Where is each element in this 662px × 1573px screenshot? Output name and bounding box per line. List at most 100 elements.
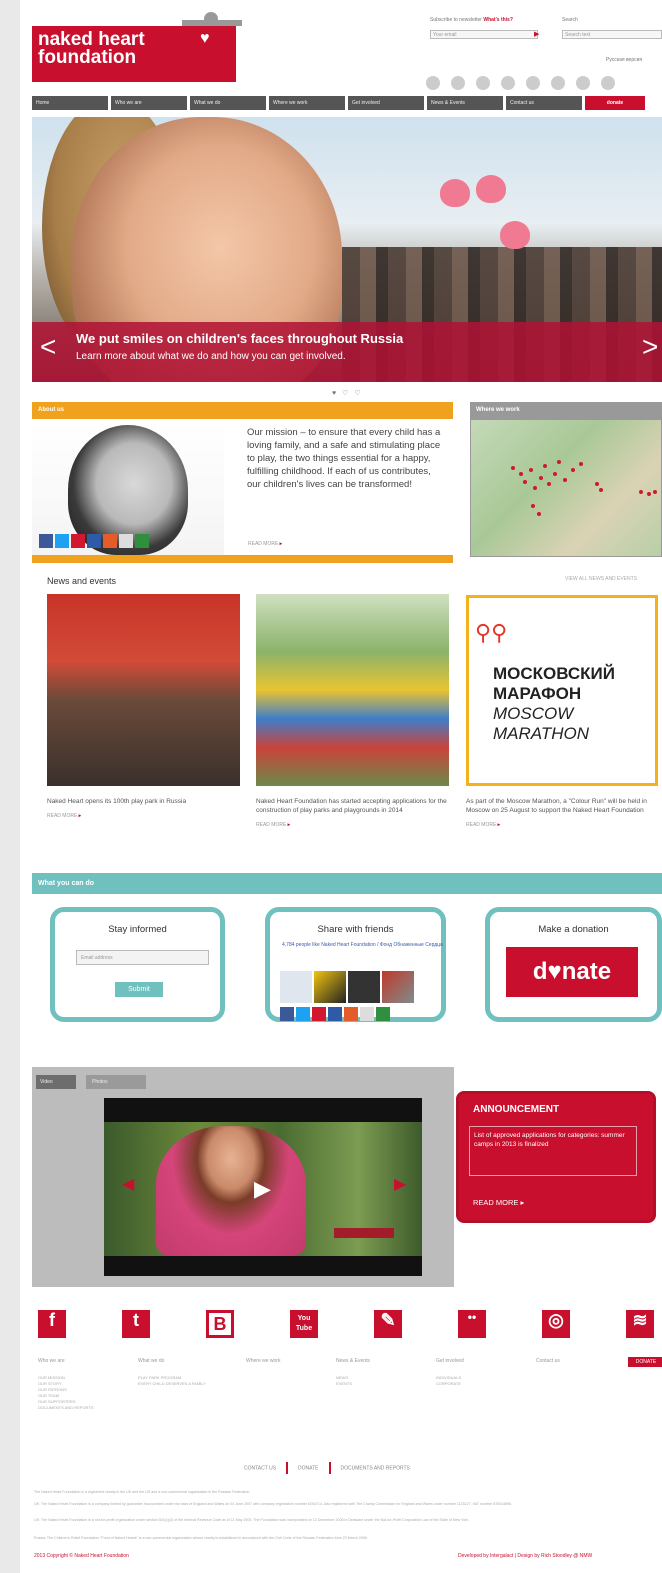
map-pin bbox=[533, 486, 537, 490]
stumbleupon-icon[interactable] bbox=[344, 1007, 358, 1021]
news-item-2: Naked Heart Foundation has started accep… bbox=[256, 797, 451, 830]
announcement-text[interactable]: List of approved applications for catego… bbox=[469, 1126, 637, 1176]
nav-item-home[interactable]: Home bbox=[32, 96, 108, 110]
twitter-icon[interactable]: t bbox=[122, 1310, 150, 1338]
flickr-icon[interactable]: •• bbox=[458, 1310, 486, 1338]
newsletter-email-input[interactable]: Your email bbox=[430, 30, 538, 39]
hero-pagination-dots[interactable]: ♥ ♡ ♡ bbox=[332, 389, 363, 397]
blogger-icon[interactable] bbox=[328, 1007, 342, 1021]
twitter-icon[interactable] bbox=[296, 1007, 310, 1021]
pinterest-icon[interactable] bbox=[71, 534, 85, 548]
heart-balloon-icon bbox=[476, 175, 506, 203]
fan-avatar[interactable] bbox=[382, 971, 414, 1003]
view-all-news-link[interactable]: VIEW ALL NEWS AND EVENTS bbox=[565, 576, 637, 582]
nav-item-what-we-do[interactable]: What we do bbox=[190, 96, 266, 110]
news-image-play-park[interactable] bbox=[47, 594, 240, 786]
stay-informed-box: Stay informed Email address Submit bbox=[50, 907, 225, 1022]
social-icon-8[interactable] bbox=[601, 76, 615, 90]
share-icon[interactable] bbox=[376, 1007, 390, 1021]
youtube-icon[interactable]: You Tube bbox=[290, 1310, 318, 1338]
share-icon[interactable] bbox=[135, 534, 149, 548]
footer-donate-link[interactable]: DONATE bbox=[298, 1465, 318, 1471]
tab-video[interactable]: Video bbox=[36, 1075, 76, 1089]
news-image-moscow-marathon[interactable]: ⚲⚲ МОСКОВСКИЙ МАРАФОН MOSCOW MARATHON bbox=[466, 595, 658, 786]
social-icon-2[interactable] bbox=[451, 76, 465, 90]
location-pin-icon: ⚲⚲ bbox=[475, 620, 508, 645]
social-icon-1[interactable] bbox=[426, 76, 440, 90]
footer-column-title[interactable]: Contact us bbox=[536, 1358, 560, 1364]
social-icon-6[interactable] bbox=[551, 76, 565, 90]
fan-avatar[interactable] bbox=[280, 971, 312, 1003]
nav-item-where-we-work[interactable]: Where we work bbox=[269, 96, 345, 110]
facebook-icon[interactable]: f bbox=[38, 1310, 66, 1338]
email-icon[interactable] bbox=[360, 1007, 374, 1021]
developer-credit[interactable]: Developed by Intergalact | Design by Ric… bbox=[458, 1553, 592, 1559]
video-player[interactable]: ◀ ▶ ▶ bbox=[104, 1098, 422, 1276]
subscribe-email-input[interactable]: Email address bbox=[76, 950, 209, 965]
footer-column-title[interactable]: What we do bbox=[138, 1358, 206, 1364]
news-image-playground[interactable] bbox=[256, 594, 449, 786]
blogger-icon[interactable] bbox=[87, 534, 101, 548]
blogger-icon[interactable]: B bbox=[206, 1310, 234, 1338]
footer-column-title[interactable]: News & Events bbox=[336, 1358, 370, 1364]
livejournal-icon[interactable]: ✎ bbox=[374, 1310, 402, 1338]
footer-donate-button[interactable]: DONATE bbox=[628, 1357, 662, 1367]
nav-item-get-involved[interactable]: Get involved bbox=[348, 96, 424, 110]
newsletter-submit-arrow-icon[interactable]: ▶ bbox=[534, 30, 539, 38]
footer-link[interactable]: EVENTS bbox=[336, 1381, 370, 1387]
news-item-1-read-more[interactable]: READ MORE ▸ bbox=[47, 812, 237, 821]
footer-link[interactable]: CORPORATE bbox=[436, 1381, 464, 1387]
about-read-more-link[interactable]: READ MORE ▸ bbox=[248, 541, 282, 547]
facebook-likes-text[interactable]: 4,784 people like Naked Heart Foundation… bbox=[282, 942, 447, 949]
where-we-work-map[interactable] bbox=[470, 419, 662, 557]
footer-link[interactable]: DOCUMENTS AND REPORTS bbox=[38, 1405, 94, 1411]
news-item-3-text[interactable]: As part of the Moscow Marathon, a "Colou… bbox=[466, 797, 662, 815]
search-input[interactable]: Search text bbox=[562, 30, 662, 39]
nav-item-who-we-are[interactable]: Who we are bbox=[111, 96, 187, 110]
logo[interactable]: naked heart foundation ♥ bbox=[32, 12, 242, 82]
email-icon[interactable] bbox=[119, 534, 133, 548]
subscribe-submit-button[interactable]: Submit bbox=[115, 982, 163, 997]
hero-prev-arrow-icon[interactable]: < bbox=[40, 332, 56, 362]
social-icon-3[interactable] bbox=[476, 76, 490, 90]
news-item-2-text[interactable]: Naked Heart Foundation has started accep… bbox=[256, 797, 451, 815]
language-link[interactable]: Русская версия bbox=[606, 57, 642, 63]
social-icon-5[interactable] bbox=[526, 76, 540, 90]
fan-avatar[interactable] bbox=[348, 971, 380, 1003]
hero-next-arrow-icon[interactable]: > bbox=[642, 332, 658, 362]
footer-contact-link[interactable]: CONTACT US bbox=[244, 1465, 276, 1471]
footer-column-title[interactable]: Get involved bbox=[436, 1358, 464, 1364]
rss-icon[interactable]: ≋ bbox=[626, 1310, 654, 1338]
video-prev-arrow-icon[interactable]: ◀ bbox=[122, 1174, 134, 1194]
pinterest-icon[interactable] bbox=[312, 1007, 326, 1021]
social-icon-7[interactable] bbox=[576, 76, 590, 90]
donate-button[interactable]: d♥nate bbox=[506, 947, 638, 997]
news-item-2-read-more[interactable]: READ MORE ▸ bbox=[256, 821, 451, 830]
stumbleupon-icon[interactable] bbox=[103, 534, 117, 548]
tab-photos[interactable]: Photos bbox=[86, 1075, 146, 1089]
news-item-1-text[interactable]: Naked Heart opens its 100th play park in… bbox=[47, 797, 237, 806]
hero-slider: < We put smiles on children's faces thro… bbox=[32, 117, 662, 382]
hero-headline[interactable]: We put smiles on children's faces throug… bbox=[76, 331, 403, 346]
hero-subline[interactable]: Learn more about what we do and how you … bbox=[76, 351, 346, 362]
video-next-arrow-icon[interactable]: ▶ bbox=[394, 1174, 406, 1194]
main-nav: Home Who we are What we do Where we work… bbox=[32, 96, 662, 110]
newsletter-info-link[interactable]: What's this? bbox=[483, 17, 513, 23]
instagram-icon[interactable]: ◎ bbox=[542, 1310, 570, 1338]
facebook-icon[interactable] bbox=[39, 534, 53, 548]
fan-avatar[interactable] bbox=[314, 971, 346, 1003]
social-icon-4[interactable] bbox=[501, 76, 515, 90]
nav-item-contact-us[interactable]: Contact us bbox=[506, 96, 582, 110]
nav-donate-button[interactable]: donate bbox=[585, 96, 645, 110]
play-icon[interactable]: ▶ bbox=[254, 1176, 271, 1202]
news-item-3-read-more[interactable]: READ MORE ▸ bbox=[466, 821, 662, 830]
news-item-3: As part of the Moscow Marathon, a "Colou… bbox=[466, 797, 662, 830]
nav-item-news-events[interactable]: News & Events bbox=[427, 96, 503, 110]
announcement-read-more[interactable]: READ MORE ▸ bbox=[473, 1198, 524, 1207]
twitter-icon[interactable] bbox=[55, 534, 69, 548]
footer-column-title[interactable]: Who we are bbox=[38, 1358, 94, 1364]
footer-link[interactable]: EVERY CHILD DESERVES A FAMILY bbox=[138, 1381, 206, 1387]
footer-column-title[interactable]: Where we work bbox=[246, 1358, 280, 1364]
footer-documents-link[interactable]: DOCUMENTS AND REPORTS bbox=[341, 1465, 410, 1471]
facebook-icon[interactable] bbox=[280, 1007, 294, 1021]
